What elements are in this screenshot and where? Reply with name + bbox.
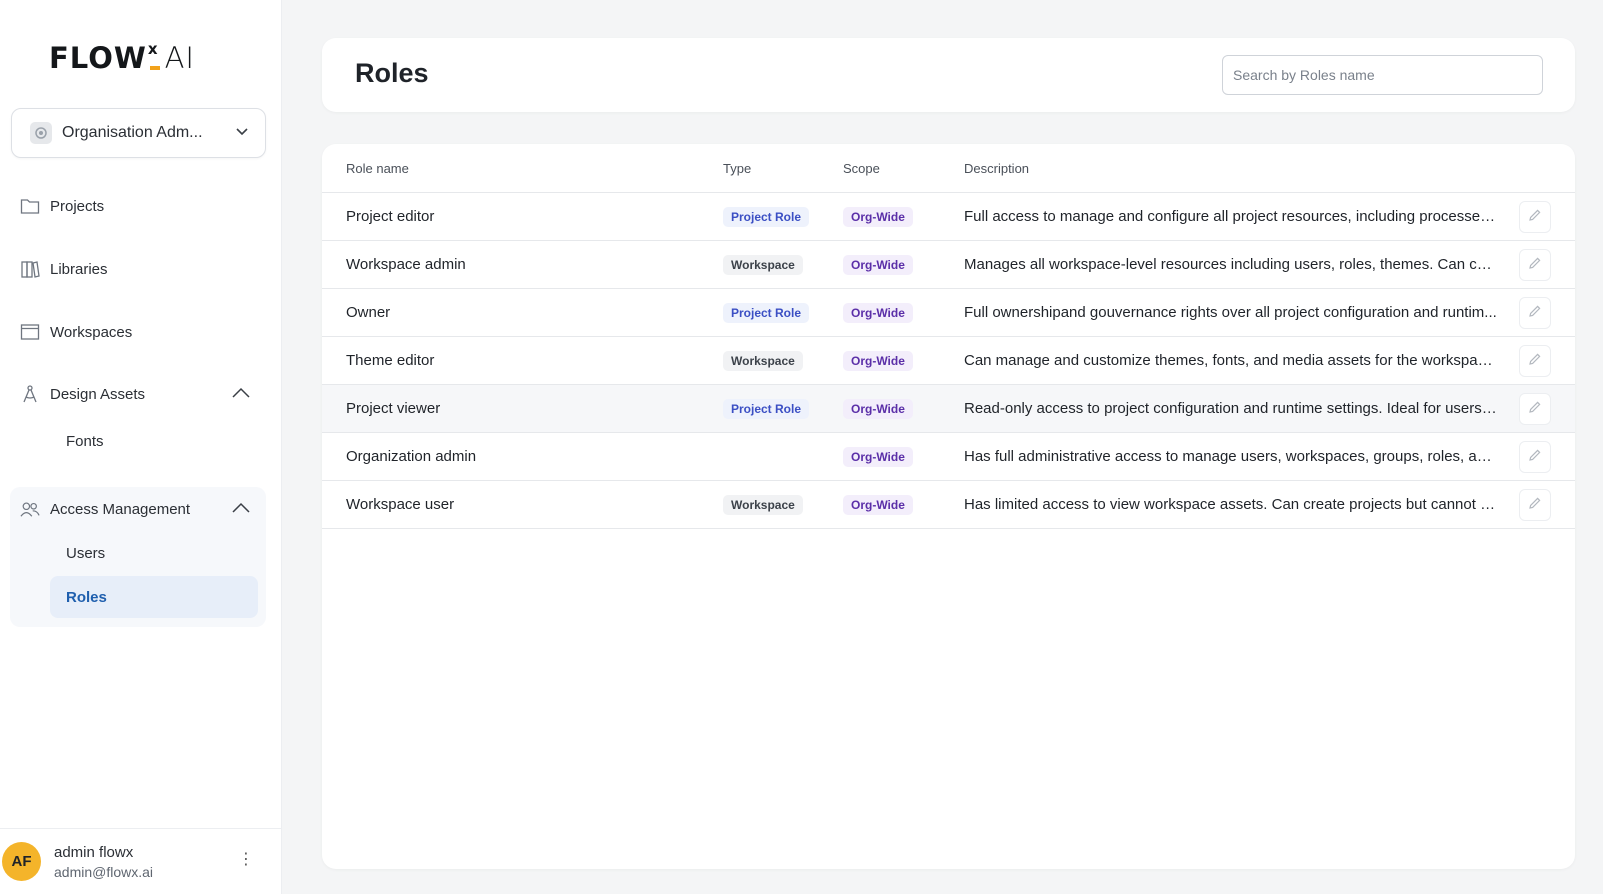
column-header-description[interactable]: Description [964,161,1029,176]
role-description: Can manage and customize themes, fonts, … [964,352,1498,369]
role-description: Has limited access to view workspace ass… [964,496,1498,513]
type-badge: Project Role [723,303,810,323]
role-description: Full ownershipand gouvernance rights ove… [964,304,1497,321]
role-name: Owner [346,304,391,321]
type-badge: Workspace [723,255,803,275]
scope-badge: Org-Wide [843,399,913,419]
organisation-selector-label: Organisation Adm... [62,124,203,141]
sidebar-item-roles[interactable]: Roles [50,576,258,618]
library-icon [20,259,40,279]
sidebar-item-access-management[interactable]: Access Management [10,489,266,529]
sidebar-item-projects[interactable]: Projects [10,186,266,226]
compass-icon [20,384,40,404]
role-description: Manages all workspace-level resources in… [964,256,1498,273]
logo-dot [149,66,160,70]
table-row[interactable]: Project viewer Project Role Org-Wide Read-o… [322,385,1575,433]
sidebar-item-label: Libraries [50,260,108,278]
sidebar-item-label: Access Management [50,500,191,518]
scope-badge: Org-Wide [843,351,913,371]
sidebar-item-label: Projects [50,197,105,215]
edit-button[interactable] [1519,489,1551,521]
edit-button[interactable] [1519,441,1551,473]
type-badge: Workspace [723,495,803,515]
pencil-icon [1528,352,1542,371]
scope-badge: Org-Wide [843,495,913,515]
scope-badge: Org-Wide [843,207,913,227]
sidebar: FLOW x AI Organisation Adm... Projects L… [0,0,282,894]
user-profile: AF admin flowx admin@flowx.ai ⋮ [0,828,282,894]
edit-button[interactable] [1519,297,1551,329]
logo-x: x [147,40,158,58]
pencil-icon [1528,496,1542,515]
column-header-scope[interactable]: Scope [843,161,880,176]
type-badge: Project Role [723,207,810,227]
table-row[interactable]: Workspace user Workspace Org-Wide Has limit… [322,481,1575,529]
column-header-role-name[interactable]: Role name [346,161,409,176]
role-description: Read-only access to project configuratio… [964,400,1498,417]
logo-text: FLOW [49,41,147,75]
role-name: Organization admin [346,448,477,465]
sidebar-item-label: Users [66,544,106,562]
table-row[interactable]: Organization admin Org-Wide Has full admin… [322,433,1575,481]
search-input[interactable] [1222,55,1543,95]
scope-badge: Org-Wide [843,303,913,323]
sidebar-item-label: Workspaces [50,323,133,341]
pencil-icon [1528,304,1542,323]
edit-button[interactable] [1519,249,1551,281]
scope-badge: Org-Wide [843,447,913,467]
roles-table: Role name Type Scope Description Project… [322,144,1575,869]
table-row[interactable]: Theme editor Workspace Org-Wide Can manage … [322,337,1575,385]
sidebar-item-users[interactable]: Users [50,532,258,574]
chevron-up-icon[interactable] [232,386,250,403]
scope-badge: Org-Wide [843,255,913,275]
pencil-icon [1528,400,1542,419]
more-options-icon[interactable]: ⋮ [238,849,254,869]
role-name: Workspace user [346,496,455,513]
table-header: Role name Type Scope Description [322,144,1575,193]
sidebar-item-design-assets[interactable]: Design Assets [10,374,266,414]
edit-button[interactable] [1519,345,1551,377]
folder-icon [20,196,40,216]
chevron-up-icon[interactable] [232,501,250,518]
table-row[interactable]: Owner Project Role Org-Wide Full ownershipa… [322,289,1575,337]
pencil-icon [1528,256,1542,275]
role-name: Project editor [346,208,435,225]
role-description: Has full administrative access to manage… [964,448,1498,465]
sidebar-item-fonts[interactable]: Fonts [50,420,258,462]
sidebar-item-label: Roles [66,588,107,606]
sidebar-item-label: Design Assets [50,385,146,403]
flowx-logo[interactable]: FLOW x AI [49,40,195,76]
role-name: Project viewer [346,400,441,417]
user-name: admin flowx [54,843,134,861]
user-email: admin@flowx.ai [54,863,154,880]
table-row[interactable]: Project editor Project Role Org-Wide Full a… [322,193,1575,241]
column-header-type[interactable]: Type [723,161,751,176]
chevron-down-icon [235,124,249,143]
users-icon [20,499,40,519]
window-icon [20,322,40,342]
type-badge: Workspace [723,351,803,371]
pencil-icon [1528,208,1542,227]
avatar[interactable]: AF [2,842,41,881]
organisation-icon [30,122,52,144]
type-badge: Project Role [723,399,810,419]
sidebar-item-label: Fonts [66,432,104,450]
edit-button[interactable] [1519,393,1551,425]
role-name: Theme editor [346,352,435,369]
role-name: Workspace admin [346,256,466,273]
page-title: Roles [355,58,429,88]
edit-button[interactable] [1519,201,1551,233]
organisation-selector[interactable]: Organisation Adm... [11,108,266,158]
role-description: Full access to manage and configure all … [964,208,1498,225]
logo-ai: AI [164,41,195,75]
pencil-icon [1528,448,1542,467]
page-header: Roles [322,38,1575,112]
sidebar-item-workspaces[interactable]: Workspaces [10,312,266,352]
table-row[interactable]: Workspace admin Workspace Org-Wide Manages … [322,241,1575,289]
sidebar-item-libraries[interactable]: Libraries [10,249,266,289]
